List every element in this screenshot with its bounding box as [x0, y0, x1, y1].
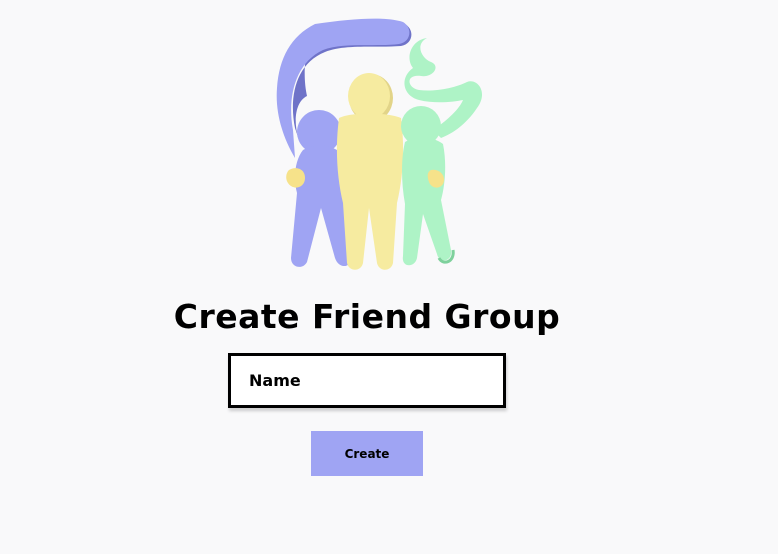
page-title: Create Friend Group [173, 297, 561, 336]
friend-group-logo-icon [255, 18, 495, 273]
name-input[interactable] [228, 353, 506, 408]
yellow-figure [336, 73, 404, 270]
create-button[interactable]: Create [311, 431, 423, 476]
green-figure [401, 38, 483, 266]
